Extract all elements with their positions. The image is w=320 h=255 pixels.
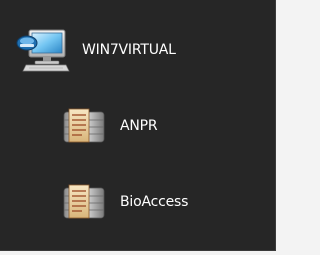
- tree-node-label: BioAccess: [120, 194, 189, 210]
- database-server-icon: [58, 182, 110, 222]
- tree-view-panel: WIN7VIRTUAL ANPR BioAccess: [0, 0, 276, 251]
- tree-node-label: ANPR: [120, 118, 158, 134]
- database-server-icon: [58, 106, 110, 146]
- tree-node-win7virtual[interactable]: WIN7VIRTUAL: [16, 27, 176, 73]
- tree-node-anpr[interactable]: ANPR: [58, 106, 158, 146]
- tree-node-label: WIN7VIRTUAL: [82, 42, 176, 58]
- tree-node-bioaccess[interactable]: BioAccess: [58, 182, 188, 222]
- computer-icon: [16, 27, 72, 73]
